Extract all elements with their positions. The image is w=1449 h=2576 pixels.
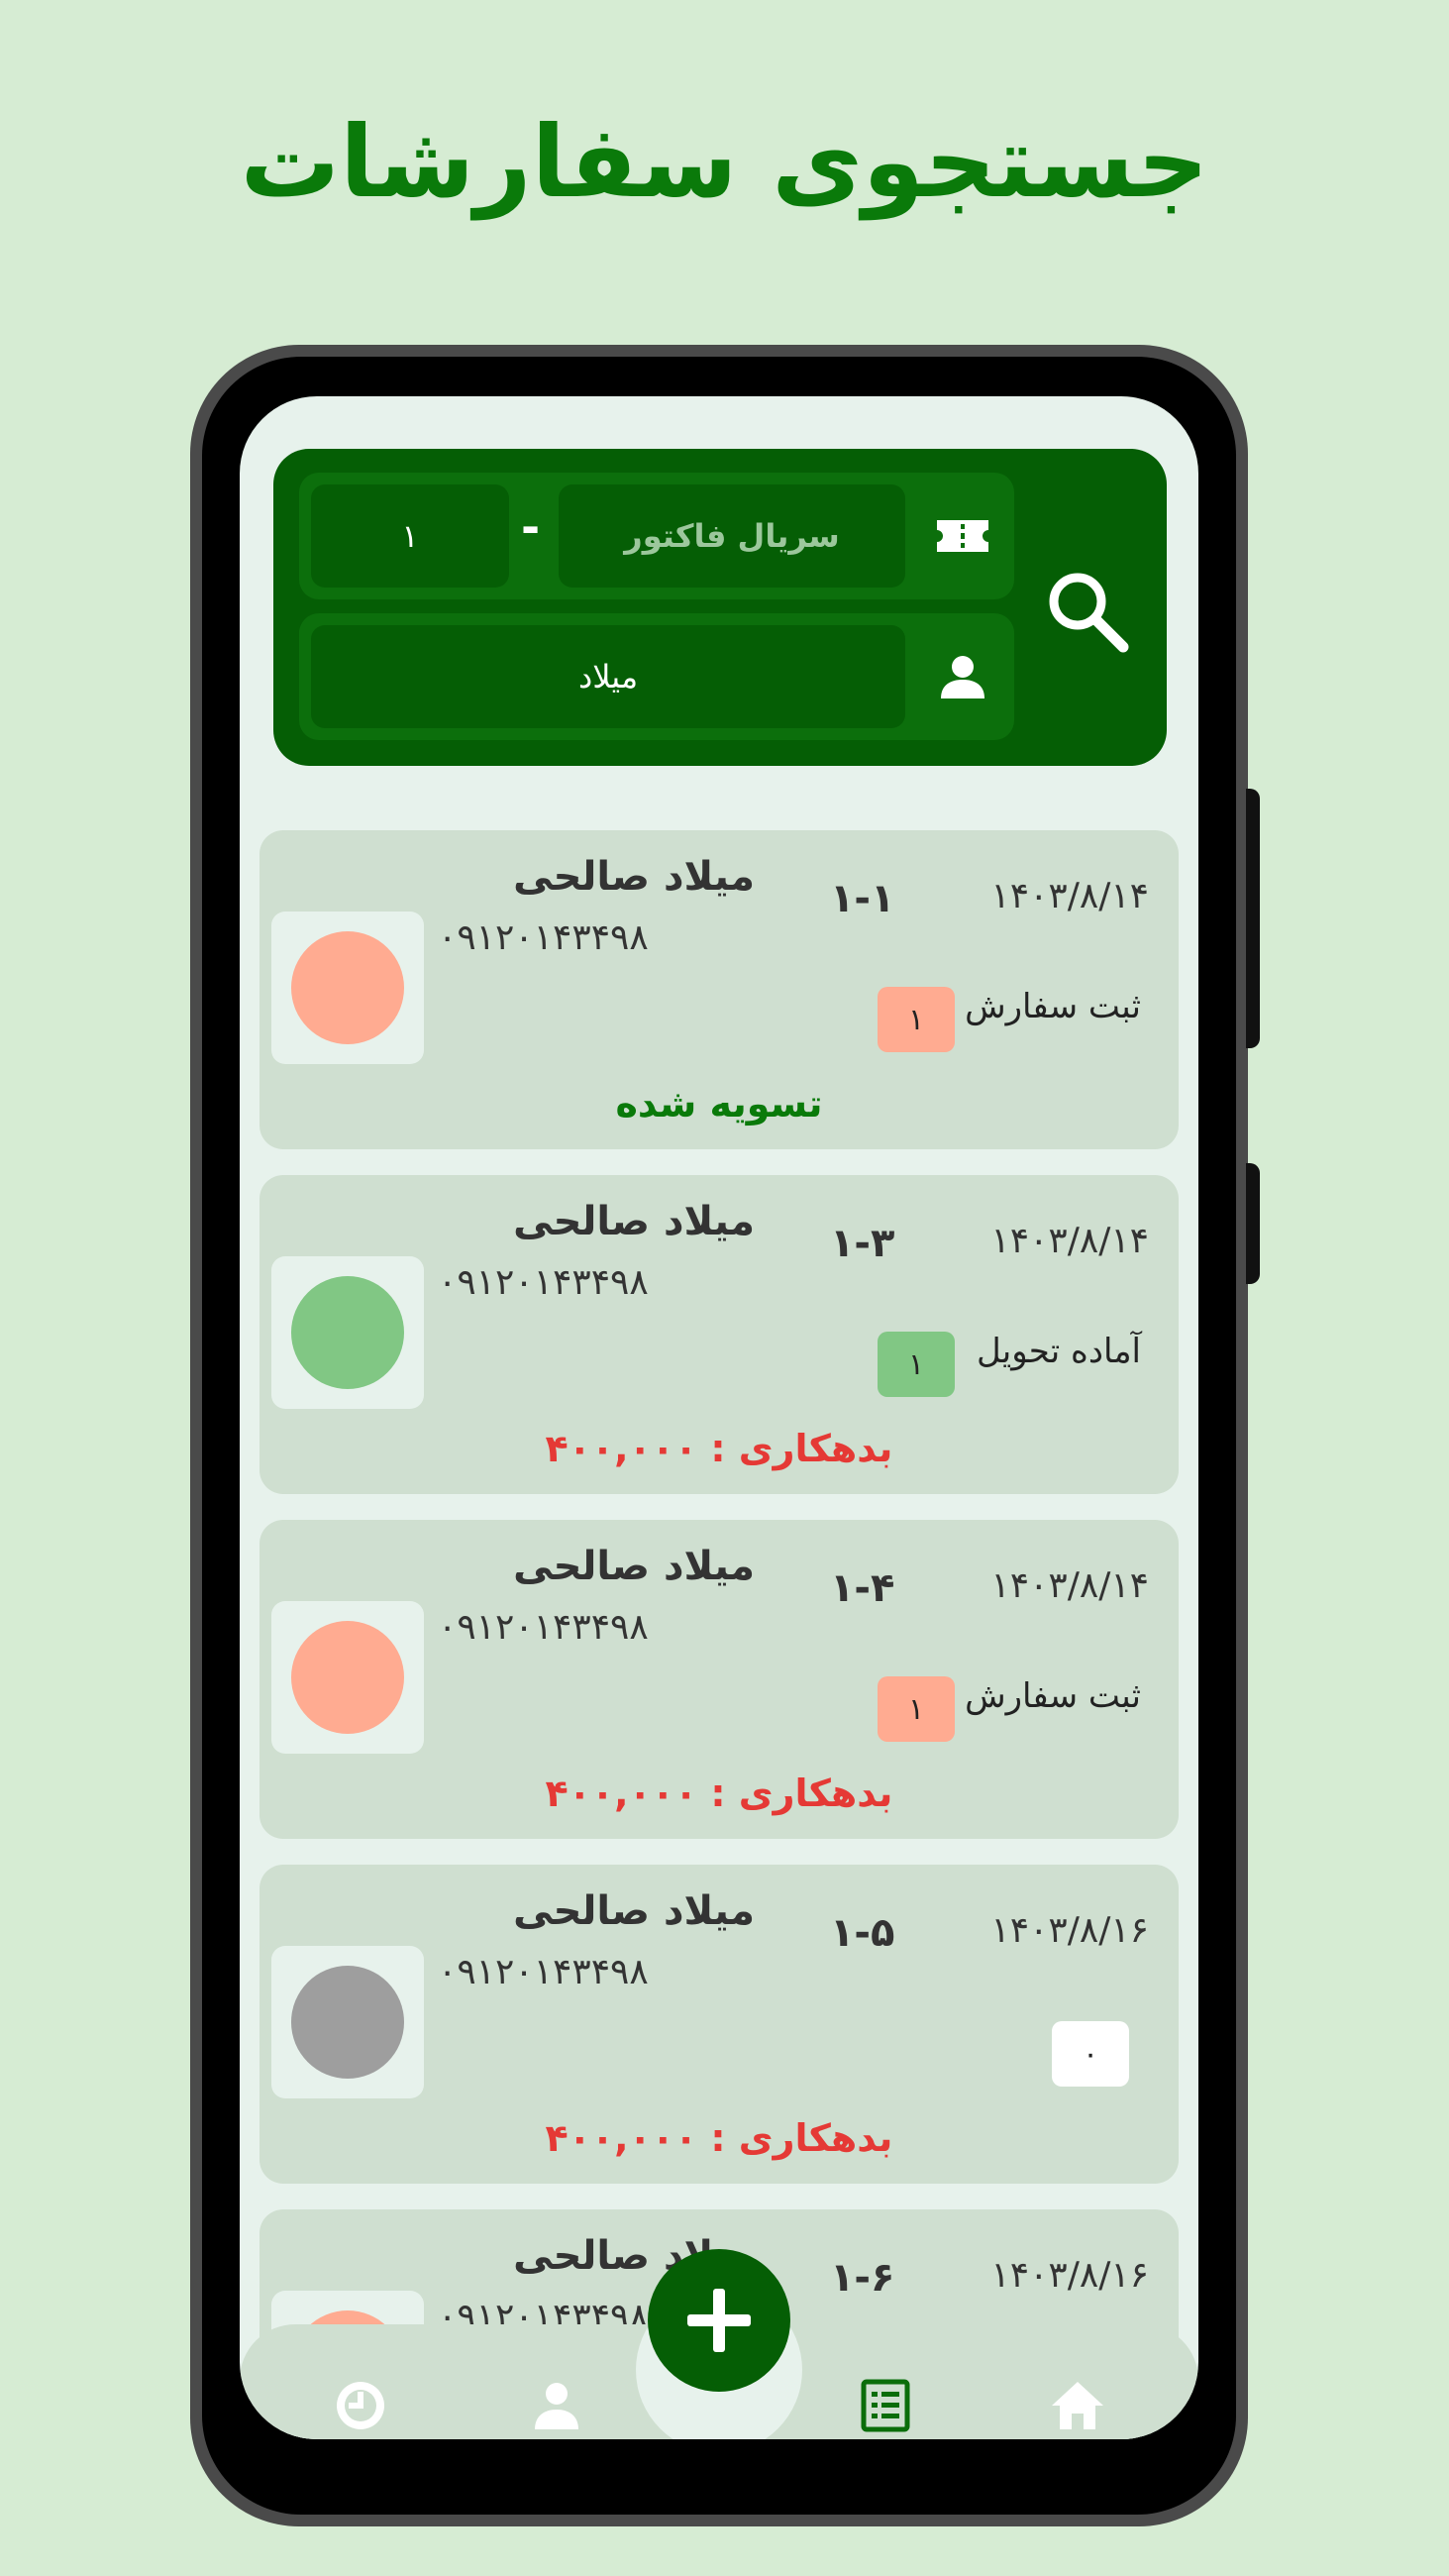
customer-name: میلاد صالحی <box>513 1199 755 1244</box>
order-status: آماده تحویل <box>977 1332 1141 1371</box>
order-date: ۱۴۰۳/۸/۱۴ <box>990 1221 1149 1261</box>
customer-phone: ۰۹۱۲۰۱۴۳۴۹۸ <box>438 917 649 958</box>
payment-status: بدهکاری : ۴۰۰,۰۰۰ <box>545 2116 893 2160</box>
phone-screen: ۱ - سریال فاکتور میلاد میلاد صالحی ۰۹۱۲۰… <box>240 396 1198 2439</box>
order-card[interactable]: میلاد صالحی ۰۹۱۲۰۱۴۳۴۹۸ ۱-۱ ۱۴۰۳/۸/۱۴ ثب… <box>259 830 1179 1149</box>
customer-search-row: میلاد <box>299 613 1014 740</box>
ticket-icon <box>933 506 992 566</box>
order-date: ۱۴۰۳/۸/۱۴ <box>990 876 1149 916</box>
item-count-badge: ۱ <box>878 1676 955 1742</box>
invoice-search-row: ۱ - سریال فاکتور <box>299 473 1014 599</box>
item-count-badge: ۱ <box>878 1332 955 1397</box>
order-avatar <box>271 912 424 1064</box>
person-icon <box>535 2383 578 2429</box>
status-color-dot <box>291 931 404 1044</box>
order-date: ۱۴۰۳/۸/۱۶ <box>990 2255 1149 2296</box>
history-icon <box>337 2382 384 2429</box>
order-status: ثبت سفارش <box>965 1676 1141 1716</box>
invoice-serial: ۱-۱ <box>830 876 895 921</box>
item-count-badge: ۰ <box>1052 2021 1129 2087</box>
add-order-button[interactable] <box>648 2249 790 2392</box>
customer-name-field[interactable]: میلاد <box>311 625 905 728</box>
invoice-serial: ۱-۳ <box>830 1221 895 1266</box>
customer-name: میلاد صالحی <box>513 1544 755 1589</box>
payment-status: بدهکاری : ۴۰۰,۰۰۰ <box>545 1427 893 1470</box>
status-color-dot <box>291 1276 404 1389</box>
order-card[interactable]: میلاد صالحی ۰۹۱۲۰۱۴۳۴۹۸ ۱-۴ ۱۴۰۳/۸/۱۴ ثب… <box>259 1520 1179 1839</box>
home-icon <box>1052 2382 1103 2429</box>
customer-phone: ۰۹۱۲۰۱۴۳۴۹۸ <box>438 1952 649 1992</box>
invoice-serial: ۱-۵ <box>830 1910 895 1956</box>
search-icon[interactable] <box>1044 568 1133 657</box>
invoice-serial: ۱-۶ <box>830 2255 895 2301</box>
order-date: ۱۴۰۳/۸/۱۶ <box>990 1910 1149 1951</box>
payment-status: تسویه شده <box>615 1082 823 1126</box>
invoice-number-field[interactable]: ۱ <box>311 484 509 588</box>
nav-orders[interactable] <box>858 2378 913 2433</box>
nav-history[interactable] <box>333 2378 388 2433</box>
order-avatar <box>271 1256 424 1409</box>
serial-separator: - <box>521 500 541 554</box>
power-button <box>1246 1163 1260 1284</box>
invoice-serial-field[interactable]: سریال فاکتور <box>559 484 905 588</box>
order-card[interactable]: میلاد صالحی ۰۹۱۲۰۱۴۳۴۹۸ ۱-۳ ۱۴۰۳/۸/۱۴ آم… <box>259 1175 1179 1494</box>
person-icon <box>933 647 992 706</box>
customer-name: میلاد صالحی <box>513 854 755 900</box>
order-date: ۱۴۰۳/۸/۱۴ <box>990 1565 1149 1606</box>
order-avatar <box>271 1601 424 1754</box>
add-icon <box>687 2289 751 2352</box>
order-avatar <box>271 1946 424 2098</box>
payment-status: بدهکاری : ۴۰۰,۰۰۰ <box>545 1771 893 1815</box>
search-panel: ۱ - سریال فاکتور میلاد <box>273 449 1167 766</box>
status-color-dot <box>291 1966 404 2079</box>
orders-list-icon <box>861 2379 910 2432</box>
item-count-badge: ۱ <box>878 987 955 1052</box>
customer-phone: ۰۹۱۲۰۱۴۳۴۹۸ <box>438 1262 649 1303</box>
nav-home[interactable] <box>1050 2378 1105 2433</box>
page-headline: جستجوی سفارشات <box>240 104 1209 220</box>
customer-phone: ۰۹۱۲۰۱۴۳۴۹۸ <box>438 1607 649 1648</box>
order-status: ثبت سفارش <box>965 987 1141 1026</box>
invoice-serial: ۱-۴ <box>830 1565 895 1611</box>
nav-profile[interactable] <box>529 2378 584 2433</box>
volume-button <box>1246 789 1260 1048</box>
customer-name: میلاد صالحی <box>513 1888 755 1934</box>
status-color-dot <box>291 1621 404 1734</box>
order-card[interactable]: میلاد صالحی ۰۹۱۲۰۱۴۳۴۹۸ ۱-۵ ۱۴۰۳/۸/۱۶ ۰ … <box>259 1865 1179 2184</box>
